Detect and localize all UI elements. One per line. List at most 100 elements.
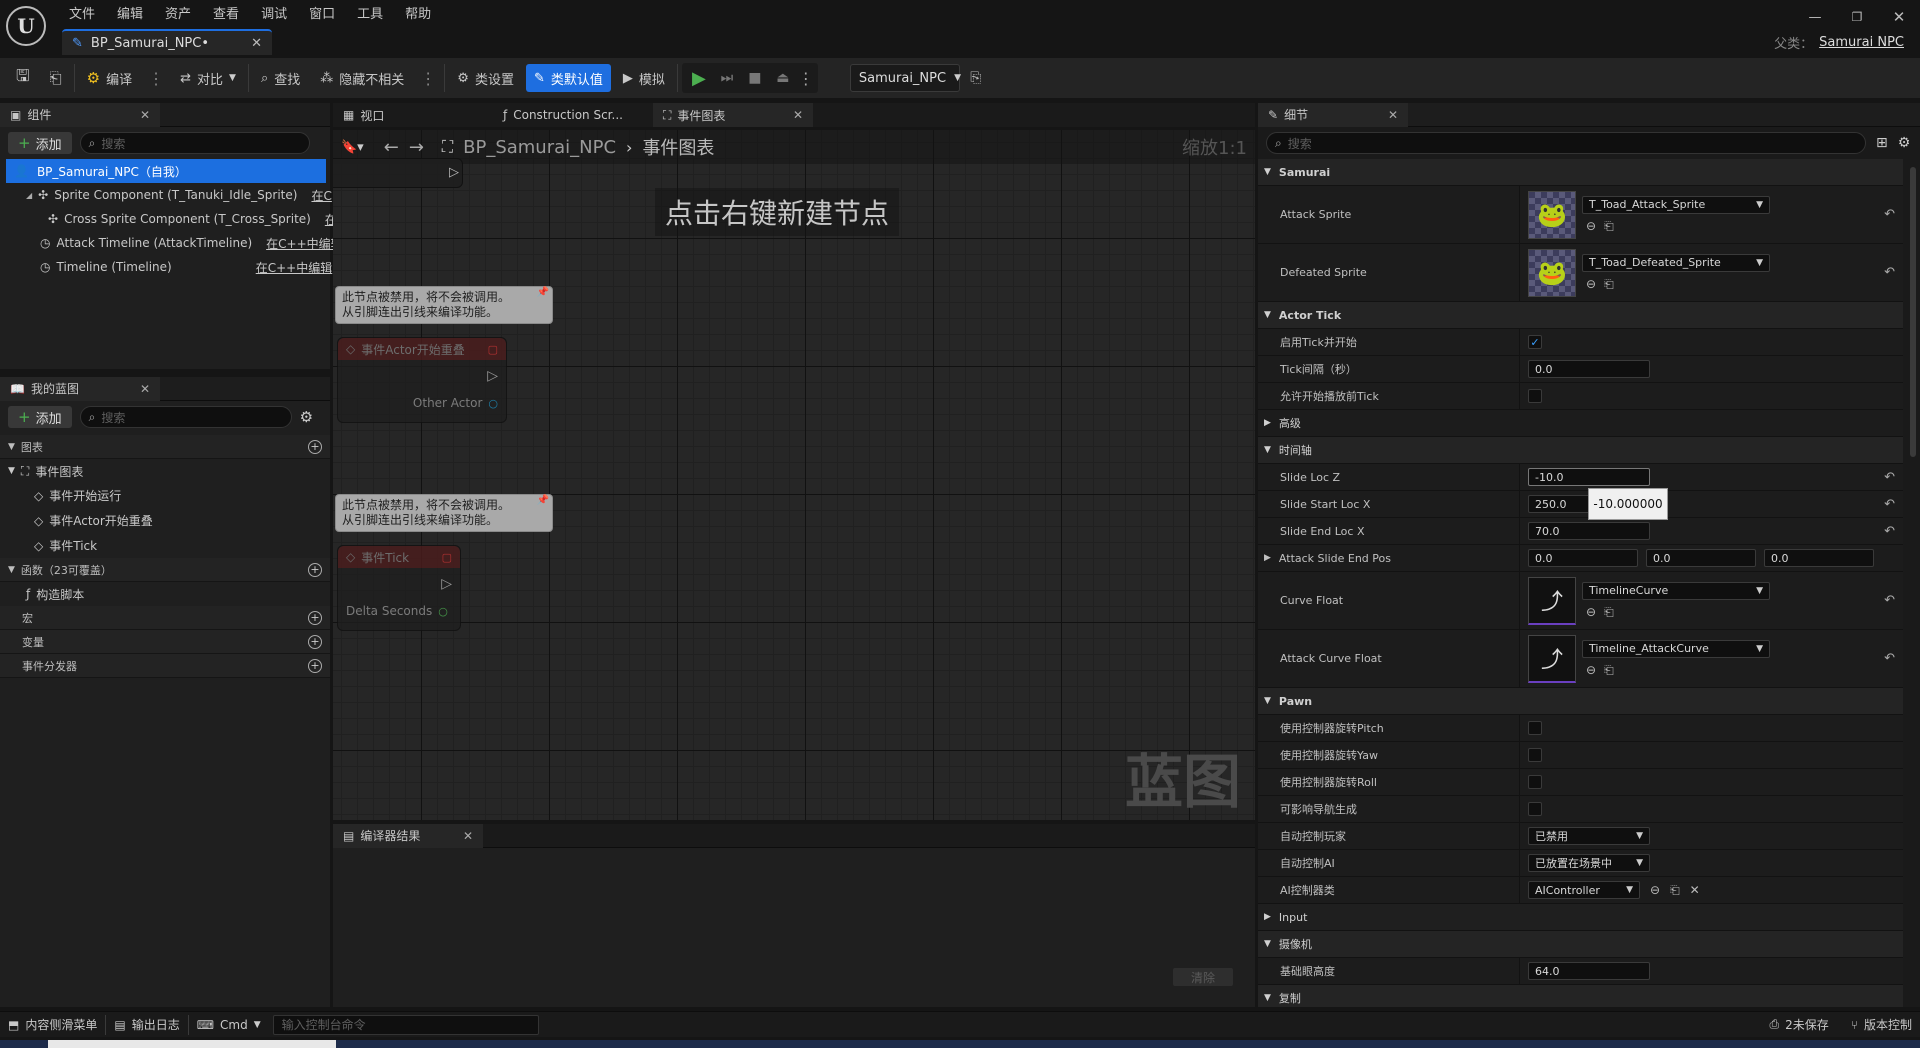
attack-curve-float-select[interactable]: Timeline_AttackCurve ▼: [1582, 639, 1770, 658]
add-macro-icon[interactable]: +: [308, 610, 322, 625]
reset-icon[interactable]: ↶: [1884, 497, 1895, 512]
clear-button[interactable]: 清除: [1173, 968, 1233, 986]
base-eye-height-input[interactable]: 64.0: [1528, 962, 1650, 980]
exec-pin-icon[interactable]: ▷: [449, 165, 459, 180]
use-selected-icon[interactable]: ⊖: [1586, 219, 1596, 233]
tab-compiler-results[interactable]: ▤ 编译器结果 ✕: [333, 823, 483, 848]
tab-components[interactable]: ▣ 组件 ✕: [0, 102, 160, 127]
tab-construction-script[interactable]: ƒ Construction Scr...: [493, 103, 653, 127]
unreal-logo-icon[interactable]: U: [6, 6, 46, 46]
breadcrumb-root[interactable]: BP_Samurai_NPC: [463, 137, 616, 158]
section-dispatchers[interactable]: 事件分发器 +: [0, 654, 330, 678]
disabled-comment[interactable]: 此节点被禁用，将不会被调用。 从引脚连出引线来编译功能。 📌: [335, 286, 553, 324]
delegate-pin-icon[interactable]: ▢: [488, 343, 498, 356]
hide-unrelated-button[interactable]: ⁂ 隐藏不相关: [312, 64, 412, 92]
browse-asset-icon[interactable]: ⎗: [1604, 605, 1614, 620]
use-selected-icon[interactable]: ⊖: [1650, 883, 1660, 897]
unsaved-button[interactable]: ⎙ 2未保存: [1762, 1013, 1837, 1037]
menu-view[interactable]: 查看: [202, 3, 250, 22]
back-arrow-icon[interactable]: ←: [384, 137, 399, 158]
my-blueprint-search-input[interactable]: ⌕ 搜索: [79, 406, 292, 428]
edit-in-cpp-link[interactable]: 在C++中编辑: [266, 235, 343, 252]
event-item[interactable]: ◇ 事件Tick: [0, 533, 330, 558]
reset-icon[interactable]: ↶: [1884, 651, 1895, 666]
menu-file[interactable]: 文件: [58, 3, 106, 22]
browse-asset-icon[interactable]: ⎗: [1604, 219, 1614, 234]
section-input[interactable]: ▶ Input: [1258, 904, 1903, 931]
debug-object-select[interactable]: Samurai_NPC ▼: [849, 64, 961, 92]
pin-icon[interactable]: 📌: [537, 493, 549, 508]
section-timeline[interactable]: ▼ 时间轴: [1258, 437, 1903, 464]
bookmark-icon[interactable]: 🔖▾: [341, 140, 364, 155]
compile-button[interactable]: ⚙ 编译: [79, 64, 140, 92]
class-settings-button[interactable]: ⚙ 类设置: [449, 64, 522, 92]
section-functions[interactable]: ▼ 函数（23可覆盖） +: [0, 558, 330, 582]
delegate-pin-icon[interactable]: ▢: [442, 551, 452, 564]
menu-tools[interactable]: 工具: [346, 3, 394, 22]
use-pitch-checkbox[interactable]: [1528, 721, 1542, 735]
menu-help[interactable]: 帮助: [394, 3, 442, 22]
section-samurai[interactable]: ▼ Samurai: [1258, 159, 1903, 186]
reset-icon[interactable]: ↶: [1884, 265, 1895, 280]
close-icon[interactable]: ✕: [1374, 108, 1398, 122]
parent-class-link[interactable]: Samurai NPC: [1819, 35, 1904, 50]
browse-asset-icon[interactable]: ⎗: [1604, 663, 1614, 678]
graph-canvas[interactable]: 🔖▾ ← → ⛶ BP_Samurai_NPC › 事件图表 缩放1:1 点击右…: [333, 130, 1255, 820]
simulate-button[interactable]: ▶ 模拟: [615, 64, 673, 92]
more-options-icon[interactable]: ⋮: [416, 69, 440, 88]
add-graph-icon[interactable]: +: [308, 439, 322, 454]
sprite-thumbnail[interactable]: 🐸: [1528, 190, 1576, 239]
use-selected-icon[interactable]: ⊖: [1586, 277, 1596, 291]
reset-icon[interactable]: ↶: [1884, 593, 1895, 608]
use-yaw-checkbox[interactable]: [1528, 748, 1542, 762]
reset-icon[interactable]: ↶: [1884, 207, 1895, 222]
console-input[interactable]: 输入控制台命令: [272, 1014, 539, 1035]
gear-icon[interactable]: ⚙: [300, 408, 313, 426]
forward-arrow-icon[interactable]: →: [409, 137, 424, 158]
event-item[interactable]: ◇ 事件Actor开始重叠: [0, 508, 330, 533]
float-pin-icon[interactable]: ○: [438, 605, 448, 618]
attack-slide-end-pos-z[interactable]: 0.0: [1764, 549, 1874, 567]
tab-details[interactable]: ✎ 细节 ✕: [1258, 103, 1408, 127]
eject-icon[interactable]: ⏏: [770, 70, 796, 86]
slide-end-loc-x-input[interactable]: 70.0: [1528, 522, 1650, 540]
curve-float-select[interactable]: TimelineCurve ▼: [1582, 581, 1770, 600]
event-tick-node[interactable]: ◇ 事件Tick ▢ ▷ Delta Seconds ○: [337, 545, 461, 631]
stop-icon[interactable]: ■: [742, 70, 768, 86]
play-options-icon[interactable]: ⋮: [798, 69, 814, 88]
section-macros[interactable]: 宏 +: [0, 606, 330, 630]
section-replication[interactable]: ▼ 复制: [1258, 985, 1903, 1007]
diff-button[interactable]: ⇄ 对比 ▼: [172, 64, 244, 92]
class-defaults-button[interactable]: ✎ 类默认值: [525, 64, 611, 92]
close-icon[interactable]: ✕: [779, 108, 803, 122]
component-item[interactable]: ◷ Timeline (Timeline) 在C++中编辑: [0, 255, 332, 279]
add-button[interactable]: + 添加: [8, 406, 72, 428]
tick-start-checkbox[interactable]: ✓: [1528, 335, 1542, 349]
content-drawer-button[interactable]: ⬒ 内容侧滑菜单: [0, 1013, 105, 1037]
delta-seconds-pin[interactable]: Delta Seconds ○: [346, 604, 448, 618]
auto-possess-player-select[interactable]: 已禁用 ▼: [1528, 827, 1650, 845]
cmd-select[interactable]: ⌨ Cmd ▼: [189, 1013, 269, 1037]
reset-icon[interactable]: ↶: [1884, 524, 1895, 539]
use-roll-checkbox[interactable]: [1528, 775, 1542, 789]
slide-loc-z-input[interactable]: -10.0: [1528, 468, 1650, 486]
edit-in-cpp-link[interactable]: 在C: [311, 187, 331, 204]
expand-arrow-icon[interactable]: ▶: [1264, 553, 1271, 563]
details-search-input[interactable]: ⌕ 搜索: [1266, 132, 1866, 154]
use-selected-icon[interactable]: ⊖: [1586, 605, 1596, 619]
clear-icon[interactable]: ✕: [1690, 883, 1700, 897]
event-graph-item[interactable]: ▼ ⛶ 事件图表: [0, 459, 330, 483]
collapse-arrow-icon[interactable]: ◢: [26, 191, 32, 200]
browse-asset-icon[interactable]: ⎗: [1604, 277, 1614, 292]
components-search-input[interactable]: ⌕ 搜索: [79, 132, 310, 154]
close-icon[interactable]: ✕: [126, 382, 150, 396]
menu-asset[interactable]: 资产: [154, 3, 202, 22]
details-scrollbar[interactable]: [1910, 167, 1916, 457]
pin-icon[interactable]: 📌: [537, 285, 549, 300]
close-icon[interactable]: ✕: [449, 829, 473, 843]
compile-options-icon[interactable]: ⋮: [144, 69, 168, 88]
sprite-thumbnail[interactable]: 🐸: [1528, 248, 1576, 297]
other-actor-pin[interactable]: Other Actor ○: [413, 396, 498, 410]
menu-window[interactable]: 窗口: [298, 3, 346, 22]
step-icon[interactable]: ⏭: [714, 70, 740, 86]
